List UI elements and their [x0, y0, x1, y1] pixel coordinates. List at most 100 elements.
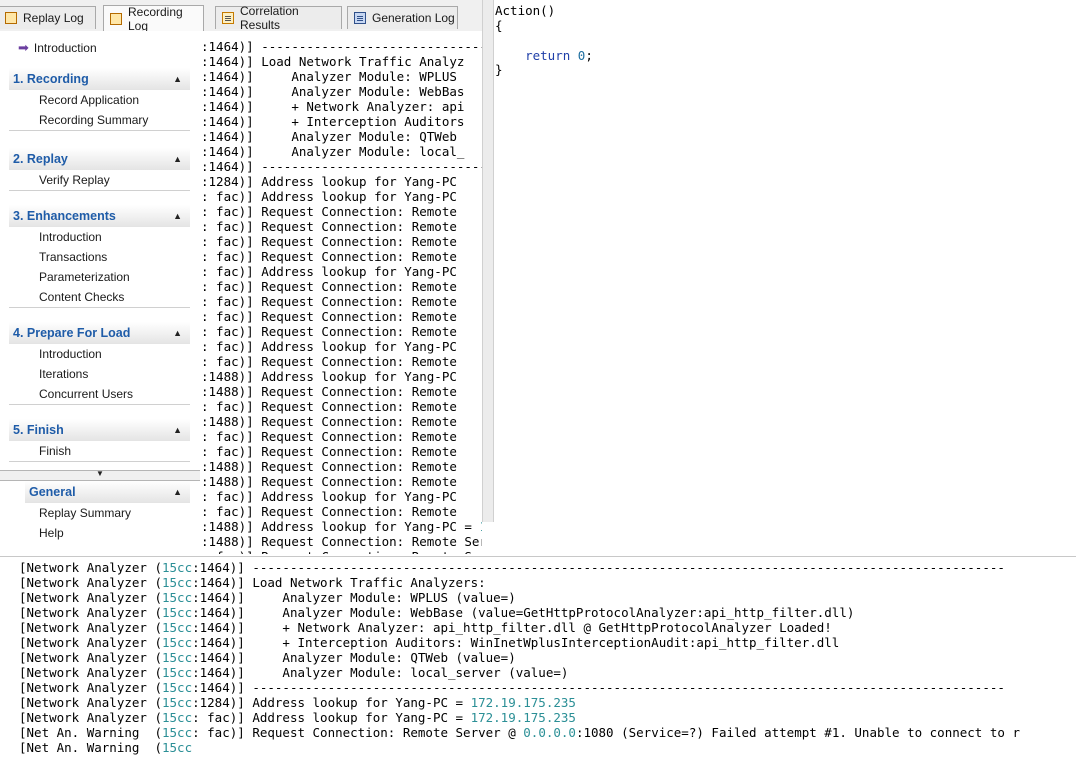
nav-item-iterations[interactable]: Iterations	[9, 364, 190, 384]
collapse-icon[interactable]: ▲	[173, 419, 182, 441]
log-row: : fac)] Request Connection: Remote	[201, 219, 464, 234]
log-thread-id: : fac)]	[192, 725, 253, 740]
log-message: Address lookup for Yang-PC	[261, 369, 465, 384]
collapse-icon[interactable]: ▲	[173, 322, 182, 344]
log-thread-id: :1464)]	[201, 144, 262, 159]
log-row: [Network Analyzer (15cc:1464)] ---------…	[19, 680, 1005, 695]
log-message: + Network Analyzer: api_http_filter.dll …	[252, 620, 832, 635]
recording-log-lower[interactable]: [Network Analyzer (15cc:1464)] ---------…	[0, 560, 1076, 762]
log-thread-id: :1464)]	[201, 129, 262, 144]
tab-generation-log[interactable]: Generation Log	[347, 6, 458, 29]
nav-item-finish[interactable]: Finish	[9, 441, 190, 461]
log-thread-id: :1488)]	[201, 369, 262, 384]
log-thread-id: :1488)]	[201, 414, 262, 429]
nav-group-header[interactable]: 5. Finish ▲	[9, 419, 190, 441]
log-thread-id: :1464)]	[192, 620, 253, 635]
tab-label: Correlation Results	[240, 4, 299, 32]
log-message: Address lookup for Yang-PC	[261, 489, 465, 504]
nav-item-transactions[interactable]: Transactions	[9, 247, 190, 267]
log-message: Request Connection: Remote	[261, 249, 465, 264]
log-message: Request Connection: Remote	[261, 414, 465, 429]
tab-replay-log[interactable]: Replay Log	[0, 6, 96, 29]
tab-correlation-results[interactable]: Correlation Results	[215, 4, 342, 32]
log-thread-id: :1464)]	[192, 560, 253, 575]
collapse-icon[interactable]: ▲	[173, 68, 182, 90]
log-message: Request Connection: Remote	[261, 504, 465, 519]
nav-item-replay-summary[interactable]: Replay Summary	[25, 503, 190, 523]
log-message: Request Connection: Remote	[261, 474, 465, 489]
log-thread-id: :1284)]	[192, 695, 253, 710]
log-message: Request Connection: Remote	[261, 294, 465, 309]
log-row: :1488)] Address lookup for Yang-PC = 172…	[201, 519, 482, 534]
nav-introduction-link[interactable]: ➡ Introduction	[18, 40, 97, 56]
nav-group-header[interactable]: 2. Replay ▲	[9, 148, 190, 170]
tab-recording-log[interactable]: Recording Log	[103, 5, 204, 31]
chevron-down-icon[interactable]: ▼	[96, 469, 104, 478]
log-process-id: 15cc	[162, 620, 193, 635]
log-source: [Network Analyzer (	[19, 680, 162, 695]
log-thread-id: :1464)]	[192, 665, 253, 680]
log-thread-id: :1464)]	[192, 590, 253, 605]
vertical-splitter[interactable]	[482, 0, 494, 522]
log-thread-id: : fac)]	[201, 309, 262, 324]
log-row: : fac)] Request Connection: Remote	[201, 324, 464, 339]
nav-item-recording-summary[interactable]: Recording Summary	[9, 110, 190, 130]
log-thread-id: :1464)]	[192, 575, 253, 590]
log-message: Analyzer Module: QTWeb (value=)	[252, 650, 516, 665]
log-process-id: 15cc	[162, 710, 193, 725]
log-row: [Network Analyzer (15cc:1464)] Load Netw…	[19, 575, 486, 590]
nav-item-parameterization[interactable]: Parameterization	[9, 267, 190, 287]
log-row: : fac)] Request Connection: Remote	[201, 354, 464, 369]
log-source: [Network Analyzer (	[19, 695, 162, 710]
nav-group-header[interactable]: 1. Recording ▲	[9, 68, 190, 90]
script-editor[interactable]: Action() { return 0; }	[494, 0, 1076, 522]
log-row: [Network Analyzer (15cc:1464)] Analyzer …	[19, 665, 568, 680]
log-message: + Interception Auditors	[261, 114, 465, 129]
log-row: : fac)] Request Connection: Remote	[201, 294, 464, 309]
log-message: Request Connection: Remote Server @	[252, 725, 524, 740]
workflow-navigation-pane: ➡ Introduction 1. Recording ▲ Record App…	[0, 31, 200, 543]
log-message: Request Connection: Remote Server @	[261, 549, 482, 554]
log-message: + Network Analyzer: api	[261, 99, 465, 114]
log-message: Request Connection: Remote	[261, 324, 465, 339]
log-message: Request Connection: Remote	[261, 309, 465, 324]
nav-item-introduction[interactable]: Introduction	[9, 344, 190, 364]
log-row: [Network Analyzer (15cc:1464)] + Network…	[19, 620, 832, 635]
log-process-id: 15cc	[162, 635, 193, 650]
collapse-icon[interactable]: ▲	[173, 148, 182, 170]
log-message: Request Connection: Remote	[261, 399, 465, 414]
nav-group-header[interactable]: 4. Prepare For Load ▲	[9, 322, 190, 344]
nav-group-finish: 5. Finish ▲ Finish	[9, 419, 190, 462]
collapse-icon[interactable]: ▲	[173, 481, 182, 503]
log-thread-id: :1464)]	[192, 635, 253, 650]
log-thread-id: : fac)]	[201, 189, 262, 204]
nav-item-content-checks[interactable]: Content Checks	[9, 287, 190, 307]
log-ip-address: 172.19.175.235	[470, 710, 576, 725]
nav-item-introduction[interactable]: Introduction	[9, 227, 190, 247]
log-row: : fac)] Address lookup for Yang-PC	[201, 264, 464, 279]
log-message: Analyzer Module: local_server (value=)	[252, 665, 569, 680]
log-row: [Net An. Warning (15cc	[19, 740, 192, 755]
nav-item-record-application[interactable]: Record Application	[9, 90, 190, 110]
log-message: Request Connection: Remote	[261, 384, 465, 399]
log-row: : fac)] Request Connection: Remote	[201, 234, 464, 249]
log-row: : fac)] Request Connection: Remote	[201, 399, 464, 414]
log-row: [Network Analyzer (15cc:1464)] Analyzer …	[19, 605, 854, 620]
nav-item-concurrent-users[interactable]: Concurrent Users	[9, 384, 190, 404]
log-row: [Network Analyzer (15cc:1464)] ---------…	[19, 560, 1005, 575]
log-message: Request Connection: Remote Server @	[261, 534, 482, 549]
nav-item-verify-replay[interactable]: Verify Replay	[9, 170, 190, 190]
log-row: [Net An. Warning (15cc: fac)] Request Co…	[19, 725, 1020, 740]
collapse-icon[interactable]: ▲	[173, 205, 182, 227]
log-row: : fac)] Request Connection: Remote	[201, 309, 464, 324]
nav-group-replay: 2. Replay ▲ Verify Replay	[9, 148, 190, 191]
nav-group-header[interactable]: General ▲	[25, 481, 190, 503]
log-thread-id: :1464)]	[201, 39, 262, 54]
log-thread-id: :1488)]	[201, 459, 262, 474]
tab-label: Recording Log	[128, 4, 183, 32]
log-thread-id: :1488)]	[201, 384, 262, 399]
nav-scroll-down-bar[interactable]: ▼	[0, 469, 200, 481]
nav-item-help[interactable]: Help	[25, 523, 190, 543]
log-row: : fac)] Address lookup for Yang-PC	[201, 189, 464, 204]
nav-group-header[interactable]: 3. Enhancements ▲	[9, 205, 190, 227]
